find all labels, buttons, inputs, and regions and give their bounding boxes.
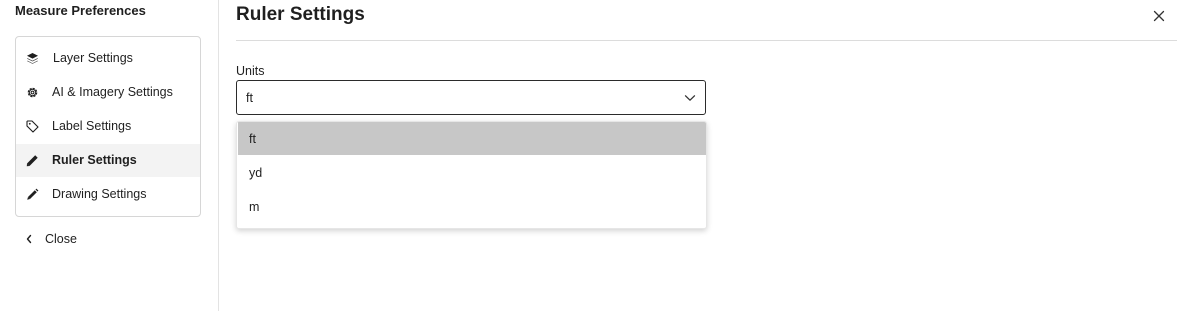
units-dropdown-menu: ft yd m <box>236 121 707 229</box>
settings-nav: Layer Settings AI & Imagery Settings Lab… <box>15 36 201 217</box>
sidebar-item-label: Drawing Settings <box>52 187 147 201</box>
layers-icon <box>26 52 39 65</box>
option-label: ft <box>249 132 256 146</box>
sidebar-item-label: Ruler Settings <box>52 153 137 167</box>
sidebar-item-ruler-settings[interactable]: Ruler Settings <box>16 144 200 177</box>
units-select-value: ft <box>246 91 253 105</box>
sidebar-item-label: Label Settings <box>52 119 132 133</box>
close-icon[interactable] <box>1152 9 1166 23</box>
preferences-window: Measure Preferences Layer Settings AI & … <box>0 0 1200 311</box>
units-option-yd[interactable]: yd <box>238 156 706 189</box>
close-button[interactable]: Close <box>24 229 77 249</box>
divider <box>236 40 1177 41</box>
ruler-icon <box>26 154 39 167</box>
chevron-down-icon <box>684 92 696 104</box>
sidebar-item-label: AI & Imagery Settings <box>52 85 173 99</box>
units-option-m[interactable]: m <box>238 190 706 223</box>
page-title: Ruler Settings <box>236 4 365 25</box>
sidebar: Measure Preferences Layer Settings AI & … <box>0 0 219 311</box>
sidebar-item-drawing-settings[interactable]: Drawing Settings <box>16 178 200 211</box>
sidebar-item-ai-imagery-settings[interactable]: AI & Imagery Settings <box>16 76 200 109</box>
ruler-settings-panel: Ruler Settings Units ft ft yd m <box>219 0 1200 311</box>
sidebar-title: Measure Preferences <box>15 3 146 18</box>
close-label: Close <box>45 232 77 246</box>
chevron-left-icon <box>24 234 34 244</box>
units-select[interactable]: ft <box>236 80 706 115</box>
gear-icon <box>26 86 39 99</box>
option-label: m <box>249 200 260 214</box>
sidebar-item-layer-settings[interactable]: Layer Settings <box>16 42 200 75</box>
sidebar-item-label: Layer Settings <box>53 51 133 65</box>
units-option-ft[interactable]: ft <box>238 122 706 155</box>
pencil-icon <box>26 188 39 201</box>
sidebar-item-label-settings[interactable]: Label Settings <box>16 110 200 143</box>
tag-icon <box>26 120 39 133</box>
option-label: yd <box>249 166 263 180</box>
units-label: Units <box>236 64 265 78</box>
